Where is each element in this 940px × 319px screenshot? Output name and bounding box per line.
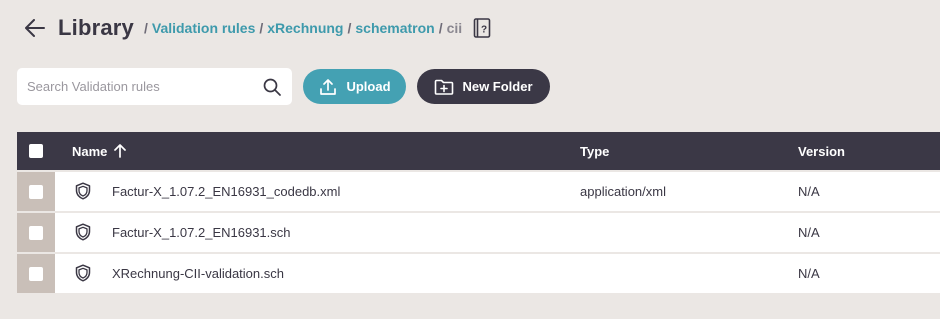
- page-title: Library: [58, 15, 134, 40]
- column-name-label: Name: [72, 143, 108, 159]
- column-header-type[interactable]: Type: [580, 144, 609, 159]
- breadcrumb-separator: /: [438, 20, 443, 36]
- toolbar: Upload New Folder: [17, 68, 550, 105]
- page-header: Library / Validation rules / xRechnung /…: [22, 12, 492, 44]
- upload-button[interactable]: Upload: [303, 69, 406, 104]
- row-checkbox[interactable]: [29, 225, 43, 240]
- file-version: N/A: [798, 184, 820, 199]
- upload-icon: [318, 77, 338, 97]
- help-button[interactable]: ?: [472, 17, 492, 39]
- folder-plus-icon: [434, 77, 454, 97]
- svg-text:?: ?: [481, 25, 487, 36]
- search-icon[interactable]: [262, 77, 282, 97]
- breadcrumb-xrechnung[interactable]: xRechnung: [267, 20, 343, 36]
- file-name[interactable]: Factur-X_1.07.2_EN16931.sch: [112, 225, 291, 240]
- row-select-cell: [17, 172, 55, 211]
- select-all-cell: [17, 132, 55, 170]
- back-button[interactable]: [22, 15, 48, 41]
- breadcrumb-separator: /: [347, 20, 352, 36]
- search-input[interactable]: [27, 79, 262, 94]
- shield-icon: [75, 264, 91, 282]
- breadcrumb-cii: cii: [446, 20, 463, 36]
- table-header: Name Type Version: [17, 132, 940, 170]
- breadcrumb-separator: /: [143, 20, 148, 36]
- search-box: [17, 68, 292, 105]
- breadcrumb-separator: /: [259, 20, 264, 36]
- table-row[interactable]: XRechnung-CII-validation.sch N/A: [17, 254, 940, 293]
- row-checkbox[interactable]: [29, 184, 43, 199]
- shield-icon: [75, 182, 91, 200]
- file-version: N/A: [798, 225, 820, 240]
- row-select-cell: [17, 213, 55, 252]
- help-book-icon: ?: [473, 18, 491, 38]
- file-name[interactable]: XRechnung-CII-validation.sch: [112, 266, 284, 281]
- row-checkbox[interactable]: [29, 266, 43, 281]
- new-folder-button[interactable]: New Folder: [417, 69, 550, 104]
- shield-icon: [75, 223, 91, 241]
- upload-label: Upload: [346, 79, 391, 94]
- select-all-checkbox[interactable]: [29, 144, 43, 158]
- breadcrumb-validation-rules[interactable]: Validation rules: [152, 20, 255, 36]
- table-row[interactable]: Factur-X_1.07.2_EN16931_codedb.xml appli…: [17, 172, 940, 211]
- new-folder-label: New Folder: [462, 79, 533, 94]
- file-name[interactable]: Factur-X_1.07.2_EN16931_codedb.xml: [112, 184, 340, 199]
- column-header-name[interactable]: Name: [72, 144, 128, 159]
- file-type: application/xml: [580, 184, 666, 199]
- row-select-cell: [17, 254, 55, 293]
- table-row[interactable]: Factur-X_1.07.2_EN16931.sch N/A: [17, 213, 940, 252]
- column-header-version[interactable]: Version: [798, 144, 845, 159]
- arrow-up-icon: [114, 144, 128, 158]
- breadcrumb-schematron[interactable]: schematron: [355, 20, 434, 36]
- arrow-left-icon: [25, 19, 45, 37]
- file-version: N/A: [798, 266, 820, 281]
- files-table: Name Type Version Factur-X_1.07.2_EN1693…: [17, 132, 940, 293]
